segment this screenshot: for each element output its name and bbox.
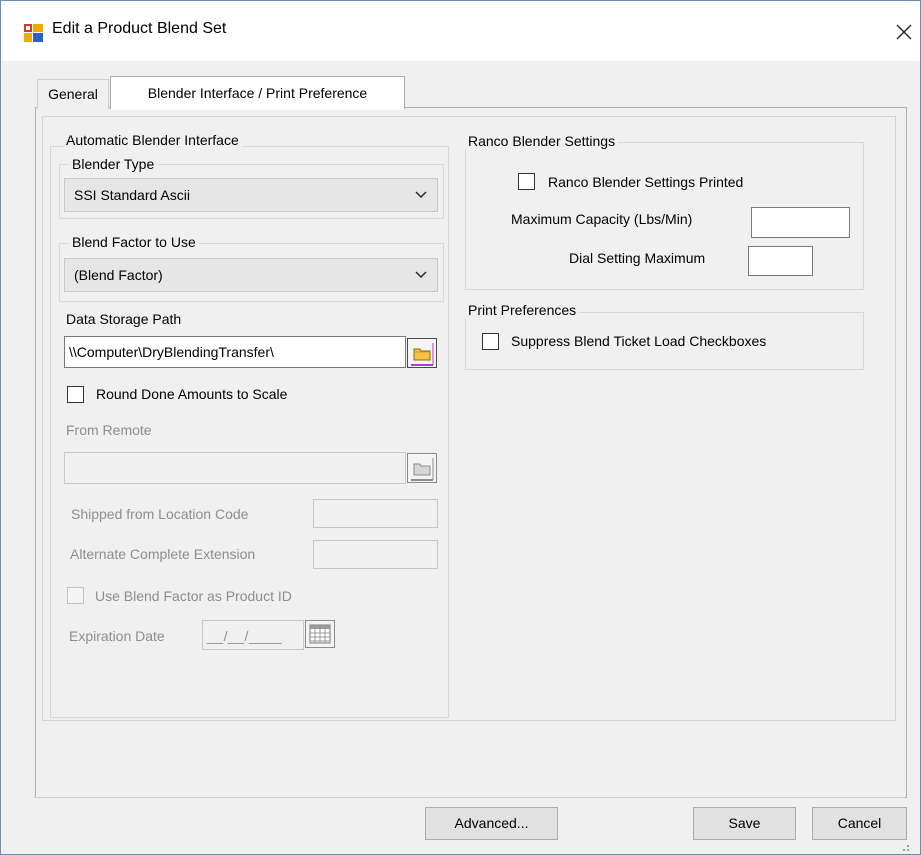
chevron-down-icon (415, 271, 427, 278)
shipped-from-location-input[interactable] (313, 499, 438, 528)
ranco-settings-printed-label: Ranco Blender Settings Printed (548, 174, 744, 190)
window-title: Edit a Product Blend Set (52, 20, 227, 37)
shipped-from-location-label: Shipped from Location Code (71, 506, 249, 522)
resize-grip-icon[interactable] (898, 840, 910, 852)
alternate-complete-extension-input[interactable] (313, 540, 438, 569)
data-storage-browse-button[interactable] (407, 338, 437, 368)
blend-factor-title: Blend Factor to Use (69, 234, 199, 250)
suppress-checkboxes-label: Suppress Blend Ticket Load Checkboxes (511, 333, 767, 349)
ranco-settings-printed-checkbox[interactable] (518, 173, 535, 190)
tab-general[interactable]: General (37, 79, 109, 109)
blender-type-value: SSI Standard Ascii (74, 187, 190, 203)
suppress-checkboxes-checkbox[interactable] (482, 333, 499, 350)
footer-divider (34, 797, 905, 798)
use-blend-factor-label: Use Blend Factor as Product ID (95, 588, 292, 604)
from-remote-input[interactable] (64, 452, 406, 484)
close-icon[interactable] (888, 12, 920, 52)
ranco-blender-settings-title: Ranco Blender Settings (465, 133, 619, 149)
dial-setting-max-label: Dial Setting Maximum (569, 250, 706, 266)
max-capacity-input[interactable] (751, 207, 850, 238)
round-done-amounts-label: Round Done Amounts to Scale (96, 386, 288, 402)
blend-factor-value: (Blend Factor) (74, 267, 163, 283)
blender-type-select[interactable]: SSI Standard Ascii (64, 178, 438, 212)
advanced-button[interactable]: Advanced... (425, 807, 558, 840)
automatic-blender-interface-title: Automatic Blender Interface (63, 132, 242, 148)
max-capacity-label: Maximum Capacity (Lbs/Min) (511, 211, 693, 227)
dial-setting-max-input[interactable] (748, 246, 813, 276)
save-button[interactable]: Save (693, 807, 796, 840)
data-storage-path-input[interactable]: \\Computer\DryBlendingTransfer\ (64, 336, 406, 368)
expiration-date-calendar-button[interactable] (305, 620, 335, 648)
from-remote-label: From Remote (66, 422, 152, 438)
blend-factor-select[interactable]: (Blend Factor) (64, 258, 438, 292)
data-storage-path-label: Data Storage Path (66, 311, 182, 327)
cancel-button[interactable]: Cancel (812, 807, 907, 840)
calendar-icon (309, 624, 331, 644)
alternate-complete-extension-label: Alternate Complete Extension (70, 546, 256, 562)
use-blend-factor-checkbox[interactable] (67, 587, 84, 604)
from-remote-browse-button[interactable] (407, 453, 437, 483)
print-preferences-title: Print Preferences (465, 302, 580, 318)
expiration-date-label: Expiration Date (69, 628, 165, 644)
blender-type-title: Blender Type (69, 156, 158, 172)
folder-browse-icon (411, 458, 434, 481)
tab-blender-interface[interactable]: Blender Interface / Print Preference (110, 76, 405, 110)
round-done-amounts-checkbox[interactable] (67, 386, 84, 403)
expiration-date-input[interactable]: __/__/____ (202, 620, 304, 650)
chevron-down-icon (415, 191, 427, 198)
folder-browse-icon (411, 343, 434, 366)
product-blend-icon (24, 24, 43, 42)
